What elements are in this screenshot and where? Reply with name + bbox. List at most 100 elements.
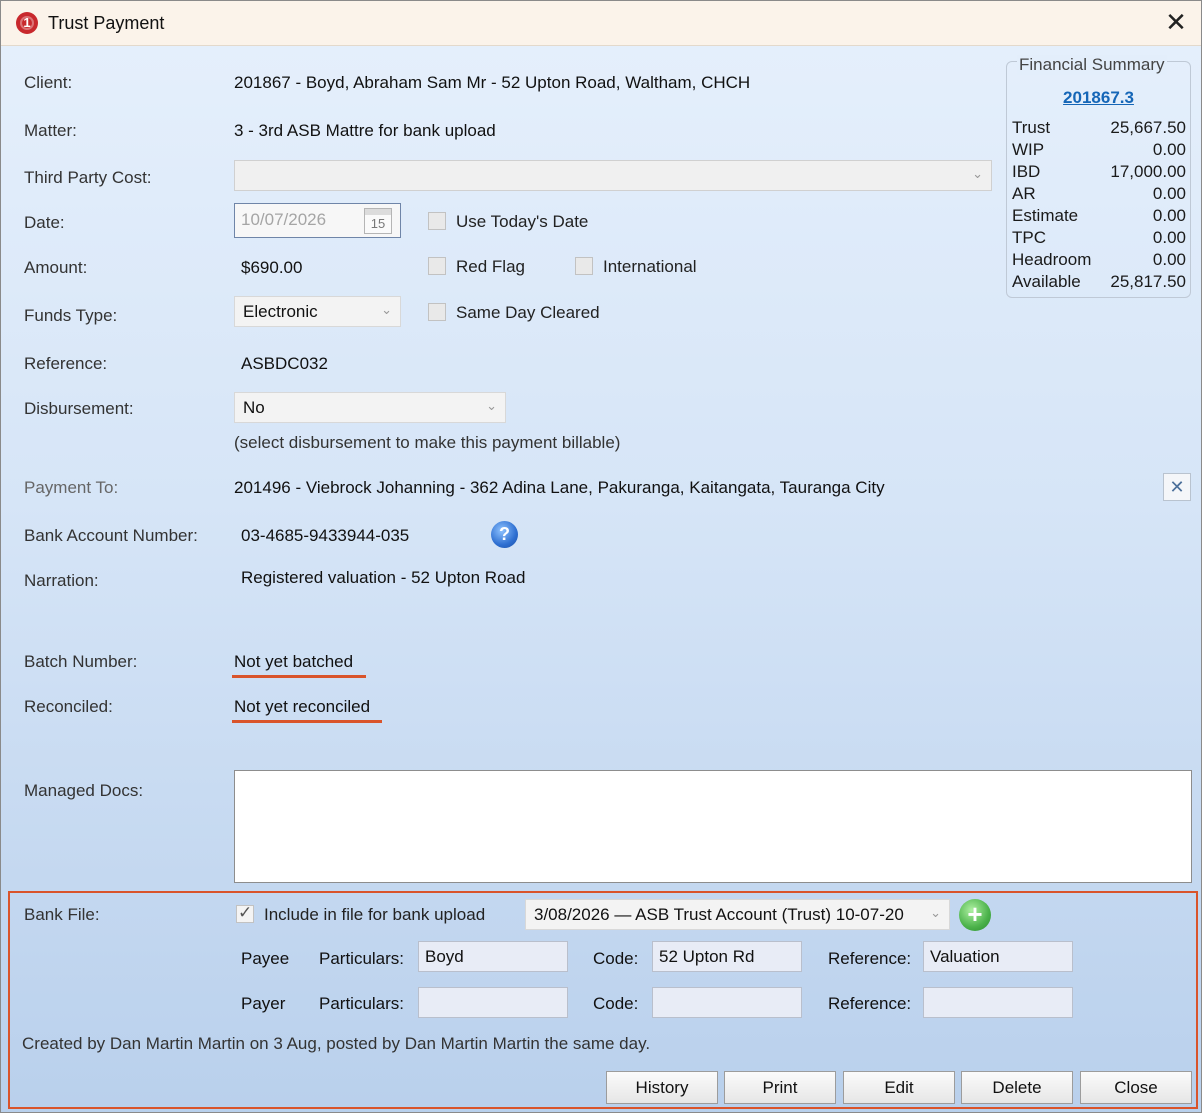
payee-reference-input[interactable]: Valuation	[923, 941, 1073, 972]
batch-number-label: Batch Number:	[24, 652, 138, 671]
history-button[interactable]: History	[606, 1071, 718, 1104]
funds-type-label: Funds Type:	[24, 306, 118, 325]
print-button[interactable]: Print	[724, 1071, 836, 1104]
audit-text: Created by Dan Martin Martin on 3 Aug, p…	[22, 1034, 651, 1053]
date-value: 10/07/2026	[241, 210, 327, 229]
fs-row-estimate: Estimate 0.00	[1012, 206, 1186, 228]
use-today-checkbox[interactable]	[428, 212, 446, 230]
fs-row-tpc: TPC 0.00	[1012, 228, 1186, 250]
payee-particulars-label: Particulars:	[319, 949, 405, 968]
payee-code-label: Code:	[593, 949, 639, 968]
payee-code-input[interactable]: 52 Upton Rd	[652, 941, 802, 972]
chevron-down-icon: ⌄	[972, 166, 983, 181]
title-bar: 1 Trust Payment ✕	[1, 1, 1201, 46]
fs-value: 0.00	[1152, 206, 1186, 225]
red-flag-label: Red Flag	[456, 257, 525, 276]
reconciled-value: Not yet reconciled	[234, 697, 371, 716]
red-flag-checkbox[interactable]	[428, 257, 446, 275]
payer-particulars-input[interactable]	[418, 987, 568, 1018]
bank-batch-value: 3/08/2026 — ASB Trust Account (Trust) 10…	[534, 905, 904, 924]
calendar-icon[interactable]: 15	[364, 208, 392, 234]
payer-row-label: Payer	[241, 994, 286, 1013]
close-button[interactable]: Close	[1080, 1071, 1192, 1104]
payment-to-label: Payment To:	[24, 478, 119, 497]
fs-value: 0.00	[1152, 140, 1186, 159]
app-logo-icon: 1	[16, 12, 38, 34]
edit-button[interactable]: Edit	[843, 1071, 955, 1104]
window-title: Trust Payment	[48, 13, 165, 33]
fs-value: 0.00	[1152, 250, 1186, 269]
fs-row-ibd: IBD 17,000.00	[1012, 162, 1186, 184]
include-bank-upload-checkbox[interactable]	[236, 903, 254, 923]
payee-reference-label: Reference:	[828, 949, 912, 968]
matter-value: 3 - 3rd ASB Mattre for bank upload	[234, 121, 496, 140]
batch-number-value: Not yet batched	[234, 652, 354, 671]
amount-value: $690.00	[241, 258, 303, 277]
use-today-label: Use Today's Date	[456, 212, 589, 231]
international-checkbox[interactable]	[575, 257, 593, 275]
payment-to-value: 201496 - Viebrock Johanning - 362 Adina …	[234, 478, 885, 497]
help-icon[interactable]: ?	[491, 521, 518, 548]
delete-button[interactable]: Delete	[961, 1071, 1073, 1104]
payee-particulars-input[interactable]: Boyd	[418, 941, 568, 972]
amount-label: Amount:	[24, 258, 88, 277]
payer-particulars-label: Particulars:	[319, 994, 405, 1013]
reconciled-label: Reconciled:	[24, 697, 113, 716]
fs-key: WIP	[1012, 140, 1045, 159]
date-picker[interactable]: 10/07/2026 15	[234, 203, 401, 238]
narration-label: Narration:	[24, 571, 99, 590]
managed-docs-list[interactable]	[234, 770, 1192, 883]
disbursement-select[interactable]: No ⌄	[234, 392, 506, 423]
fs-row-wip: WIP 0.00	[1012, 140, 1186, 162]
fs-key: IBD	[1012, 162, 1041, 181]
payer-code-input[interactable]	[652, 987, 802, 1018]
fs-value: 0.00	[1152, 184, 1186, 203]
funds-type-value: Electronic	[243, 302, 318, 321]
disbursement-label: Disbursement:	[24, 399, 134, 418]
fs-key: Estimate	[1012, 206, 1079, 225]
funds-type-select[interactable]: Electronic ⌄	[234, 296, 401, 327]
batch-number-underline	[232, 675, 366, 678]
fs-row-ar: AR 0.00	[1012, 184, 1186, 206]
payer-reference-label: Reference:	[828, 994, 912, 1013]
third-party-cost-label: Third Party Cost:	[24, 168, 152, 187]
trust-payment-window: 1 Trust Payment ✕ Client: 201867 - Boyd,…	[0, 0, 1202, 1113]
include-bank-upload-label: Include in file for bank upload	[264, 905, 486, 924]
fs-row-headroom: Headroom 0.00	[1012, 250, 1186, 272]
financial-summary-link[interactable]: 201867.3	[1006, 88, 1191, 108]
payer-reference-input[interactable]	[923, 987, 1073, 1018]
payee-row-label: Payee	[241, 949, 290, 968]
fs-row-available: Available 25,817.50	[1012, 272, 1186, 294]
close-icon[interactable]: ✕	[1159, 7, 1193, 39]
add-batch-icon[interactable]: +	[959, 899, 991, 931]
fs-row-trust: Trust 25,667.50	[1012, 118, 1186, 140]
managed-docs-label: Managed Docs:	[24, 781, 144, 800]
bank-batch-select[interactable]: 3/08/2026 — ASB Trust Account (Trust) 10…	[525, 899, 950, 930]
fs-key: AR	[1012, 184, 1036, 203]
fs-key: Trust	[1012, 118, 1051, 137]
bank-account-value: 03-4685-9433944-035	[241, 526, 410, 545]
international-label: International	[603, 257, 697, 276]
reconciled-underline	[232, 720, 382, 723]
matter-label: Matter:	[24, 121, 77, 140]
chevron-down-icon: ⌄	[381, 302, 392, 317]
reference-label: Reference:	[24, 354, 108, 373]
same-day-cleared-checkbox[interactable]	[428, 303, 446, 321]
fs-value: 25,667.50	[1110, 118, 1186, 137]
fs-key: Headroom	[1012, 250, 1092, 269]
fs-key: Available	[1012, 272, 1081, 291]
fs-key: TPC	[1012, 228, 1046, 247]
disbursement-hint: (select disbursement to make this paymen…	[234, 433, 621, 452]
chevron-down-icon: ⌄	[486, 398, 497, 413]
chevron-down-icon: ⌄	[926, 905, 941, 921]
bank-account-label: Bank Account Number:	[24, 526, 198, 545]
date-label: Date:	[24, 213, 65, 232]
bank-file-label: Bank File:	[24, 905, 100, 924]
narration-value: Registered valuation - 52 Upton Road	[241, 568, 526, 587]
third-party-cost-select[interactable]: ⌄	[234, 160, 992, 191]
fs-value: 25,817.50	[1110, 272, 1186, 291]
fs-value: 0.00	[1152, 228, 1186, 247]
disbursement-value: No	[243, 398, 265, 417]
same-day-cleared-label: Same Day Cleared	[456, 303, 600, 322]
clear-payment-to-button[interactable]: ✕	[1163, 473, 1191, 501]
